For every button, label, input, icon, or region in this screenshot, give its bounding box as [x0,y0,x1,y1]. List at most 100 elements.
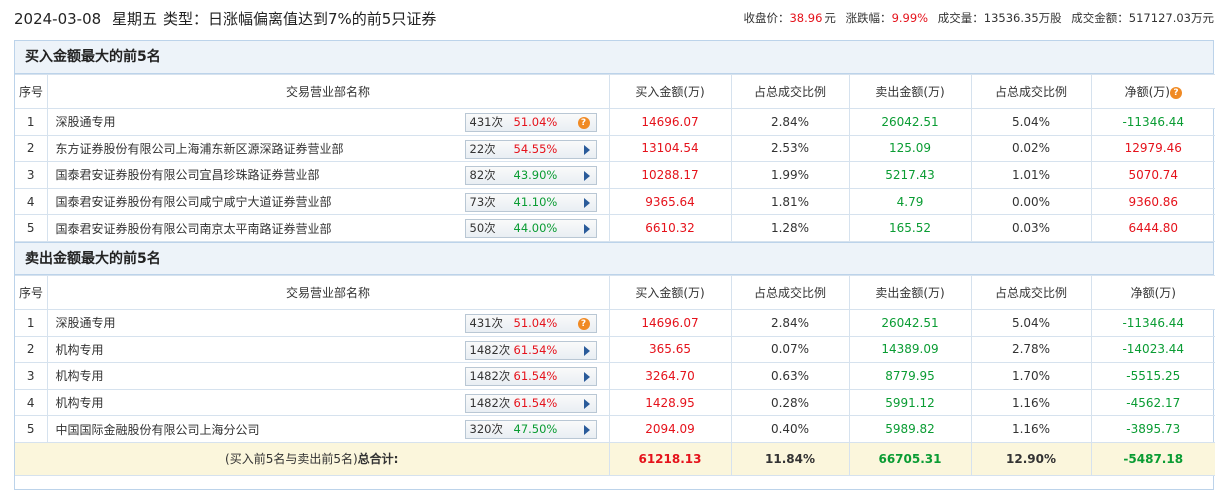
stock-stats: 收盘价：38.96 元 涨跌幅：9.99% 成交量：13536.35万股 成交金额… [743,10,1214,26]
row-sell-ratio: 1.16% [970,415,1092,443]
buy-section-title: 买入金额最大的前5名 [15,41,1213,74]
row-sell: 14389.09 [848,335,972,364]
table-row: 1 深股通专用 431次 51.04%? 14696.07 2.84% 26042.51 5.… [15,308,1215,337]
trade-stats-button[interactable]: 1482次 61.54% [464,340,597,360]
row-net: -4562.17 [1090,388,1215,417]
row-sell: 5217.43 [848,161,972,189]
trade-stats-button[interactable]: 50次 44.00% [464,219,597,239]
row-seq: 3 [15,161,48,189]
row-buy: 2094.09 [608,415,732,443]
buy-table: 序号 交易营业部名称 买入金额(万) 占总成交比例 卖出金额(万) 占总成交比例… [15,74,1215,242]
branch-name[interactable]: 机构专用 [56,367,104,384]
row-sell: 4.79 [848,187,972,216]
branch-name[interactable]: 机构专用 [56,341,104,358]
trade-count: 431次 [469,315,503,330]
page-title: 2024-03-08 星期五 类型：日涨幅偏离值达到7%的前5只证券 [14,8,442,29]
row-buy-ratio: 0.63% [730,362,850,390]
row-seq: 2 [15,335,48,364]
row-seq: 3 [15,362,48,390]
row-seq: 4 [15,388,48,417]
arrow-right-icon[interactable] [583,398,590,409]
row-buy: 14696.07 [608,108,732,136]
page-header: 2024-03-08 星期五 类型：日涨幅偏离值达到7%的前5只证券 收盘价：38… [0,0,1224,38]
arrow-right-icon[interactable] [583,345,590,356]
row-sell-ratio: 1.16% [970,388,1092,417]
row-buy: 9365.64 [608,187,732,216]
trade-stats-button[interactable]: 82次 43.90% [464,166,597,186]
trade-stats-button[interactable]: 431次 51.04%? [464,313,597,333]
trade-count: 22次 [469,141,496,156]
row-sell-ratio: 5.04% [970,108,1092,136]
col-seq: 序号 [15,74,48,109]
question-icon[interactable]: ? [577,317,590,330]
row-sell: 125.09 [848,134,972,163]
trade-count: 73次 [469,194,496,209]
table-row: 4 机构专用 1482次 61.54% 1428.95 0.28% 5991.12 1.16%… [15,388,1215,417]
row-name-cell: 机构专用 1482次 61.54% [46,388,610,417]
row-buy: 14696.07 [608,308,732,337]
row-name-cell: 机构专用 1482次 61.54% [46,362,610,390]
total-label-bold: 总合计: [357,452,399,467]
arrow-right-icon[interactable] [583,372,590,383]
amount-label: 成交金额： [1071,11,1129,25]
row-seq: 5 [15,415,48,443]
total-net: -5487.18 [1090,441,1215,476]
trade-count: 82次 [469,168,496,183]
question-icon[interactable]: ? [577,117,590,129]
total-label: (买入前5名与卖出前5名)总合计: [15,441,610,476]
trade-stats-button[interactable]: 320次 47.50% [464,420,597,440]
row-sell: 26042.51 [848,308,972,337]
trade-stats-button[interactable]: 431次 51.04%? [464,113,597,132]
arrow-right-icon[interactable] [583,224,590,235]
total-row: (买入前5名与卖出前5名)总合计: 61218.13 11.84% 66705.… [15,441,1215,476]
row-seq: 1 [15,108,48,136]
branch-name[interactable]: 机构专用 [56,394,104,411]
arrow-right-icon[interactable] [583,197,590,208]
row-buy: 6610.32 [608,214,732,242]
row-buy: 3264.70 [608,362,732,390]
arrow-right-icon[interactable] [583,425,590,436]
trade-count: 1482次 [469,342,511,357]
row-buy-ratio: 1.28% [730,214,850,242]
col-net: 净额(万)? [1090,74,1215,109]
change-value: 9.99% [891,11,929,25]
branch-name[interactable]: 深股通专用 [56,113,116,130]
sell-table: 序号 交易营业部名称 买入金额(万) 占总成交比例 卖出金额(万) 占总成交比例… [15,274,1215,476]
arrow-right-icon[interactable] [583,144,590,155]
question-icon[interactable]: ? [1169,87,1182,99]
trade-stats-button[interactable]: 1482次 61.54% [464,367,597,387]
row-name-cell: 国泰君安证券股份有限公司宜昌珍珠路证券营业部 82次 43.90% [46,161,610,189]
row-net: -11346.44 [1090,308,1215,337]
type-label: 类型： [162,10,208,28]
row-buy-ratio: 0.28% [730,388,850,417]
trade-stats-button[interactable]: 22次 54.55% [464,139,597,159]
col-buy: 买入金额(万) [608,74,732,109]
row-buy-ratio: 2.84% [730,308,850,337]
row-buy-ratio: 0.07% [730,335,850,364]
win-rate: 61.54% [513,395,558,410]
row-buy-ratio: 2.84% [730,108,850,136]
row-buy-ratio: 1.81% [730,187,850,216]
win-rate: 51.04% [513,115,558,129]
row-buy: 365.65 [608,335,732,364]
close-unit: 元 [824,11,836,25]
trade-stats-button[interactable]: 73次 41.10% [464,192,597,212]
row-buy-ratio: 2.53% [730,134,850,163]
branch-name[interactable]: 深股通专用 [56,314,116,331]
trade-count: 50次 [469,221,496,236]
branch-name[interactable]: 国泰君安证券股份有限公司宜昌珍珠路证券营业部 [56,166,320,183]
trade-stats-button[interactable]: 1482次 61.54% [464,393,597,413]
arrow-right-icon[interactable] [583,171,590,182]
row-sell-ratio: 0.03% [970,214,1092,242]
col-net: 净额(万) [1090,274,1215,310]
type-value: 日涨幅偏离值达到7%的前5只证券 [208,10,437,28]
branch-name[interactable]: 国泰君安证券股份有限公司南京太平南路证券营业部 [56,220,332,237]
win-rate: 51.04% [513,315,558,330]
row-name-cell: 国泰君安证券股份有限公司南京太平南路证券营业部 50次 44.00% [46,214,610,242]
branch-name[interactable]: 中国国际金融股份有限公司上海分公司 [56,421,260,438]
close-value: 38.96 [789,11,823,25]
amount-value: 517127.03万元 [1128,11,1214,25]
branch-name[interactable]: 东方证券股份有限公司上海浦东新区源深路证券营业部 [56,140,344,157]
sell-section-title: 卖出金额最大的前5名 [15,241,1213,275]
branch-name[interactable]: 国泰君安证券股份有限公司咸宁咸宁大道证券营业部 [56,193,332,210]
